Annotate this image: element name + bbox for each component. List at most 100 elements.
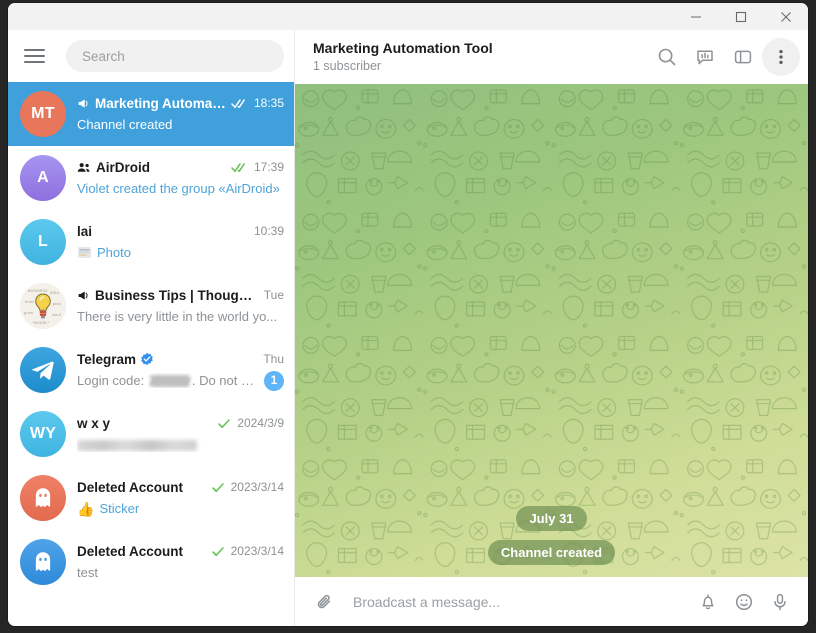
- svg-text:plan: plan: [53, 302, 61, 306]
- telegram-window: MT Marketing Automat...: [8, 3, 808, 626]
- stats-bubble-icon[interactable]: [686, 38, 724, 76]
- unread-badge: 1: [264, 370, 284, 391]
- svg-text:think: think: [25, 300, 35, 304]
- chat-name: Deleted Account: [77, 543, 184, 559]
- single-check-icon: [218, 418, 231, 429]
- close-button[interactable]: [763, 3, 808, 30]
- chat-list-item-wxy[interactable]: WY w x y 2024/3/9: [8, 402, 294, 466]
- sidebar-searchbar: [8, 30, 294, 82]
- chat-name: AirDroid: [96, 159, 150, 175]
- chat-list-item-deleted-account-1[interactable]: Deleted Account 2023/3/14 👍 Sticker: [8, 466, 294, 530]
- chat-area: Marketing Automation Tool 1 subscriber J…: [295, 30, 808, 626]
- chat-name: Marketing Automat...: [95, 95, 226, 111]
- emoji-smile-icon[interactable]: [726, 584, 762, 620]
- chat-wallpaper-pattern: [295, 84, 808, 577]
- subscriber-count: 1 subscriber: [313, 59, 382, 73]
- avatar: BUSINESS IDEA think plan grow work "MODEL": [20, 283, 66, 329]
- chat-preview: Violet created the group «AirDroid»: [77, 181, 280, 196]
- paperclip-icon[interactable]: [307, 584, 343, 620]
- chat-time: 10:39: [253, 224, 284, 238]
- chat-list[interactable]: MT Marketing Automat... 18:35 Channel cr…: [8, 82, 294, 626]
- chat-preview: test: [77, 565, 98, 580]
- lightbulb-avatar-image: BUSINESS IDEA think plan grow work "MODEL": [20, 283, 66, 329]
- svg-text:"MODEL": "MODEL": [32, 321, 50, 325]
- page-title: Marketing Automation Tool: [313, 40, 493, 56]
- desktop-background: MT Marketing Automat...: [0, 0, 816, 633]
- double-check-icon: [231, 98, 248, 109]
- megaphone-icon: [77, 289, 90, 302]
- chat-name: w x y: [77, 415, 111, 431]
- photo-thumbnail-icon: [77, 245, 92, 260]
- svg-text:IDEA: IDEA: [50, 291, 60, 295]
- more-options-icon[interactable]: [762, 38, 800, 76]
- thumbs-up-emoji: 👍: [77, 500, 95, 517]
- date-separator: July 31: [516, 506, 587, 531]
- redacted-message-preview: [77, 440, 197, 452]
- window-titlebar: [8, 3, 808, 30]
- chat-name: Telegram: [77, 351, 137, 367]
- chat-header: Marketing Automation Tool 1 subscriber: [295, 30, 808, 84]
- avatar: A: [20, 155, 66, 201]
- chat-preview: [77, 437, 284, 452]
- chat-time: 2024/3/9: [237, 416, 284, 430]
- chat-preview: Sticker: [99, 501, 140, 516]
- chat-list-item-telegram[interactable]: Telegram Thu Login code: . Do not giv...…: [8, 338, 294, 402]
- sidebar: MT Marketing Automat...: [8, 30, 295, 626]
- chat-time: Tue: [263, 288, 284, 302]
- chat-time: 2023/3/14: [230, 544, 284, 558]
- chat-list-item-deleted-account-2[interactable]: Deleted Account 2023/3/14 test: [8, 530, 294, 594]
- avatar: [20, 539, 66, 585]
- chat-preview: Login code: . Do not giv...: [77, 373, 258, 388]
- chat-name: lai: [77, 223, 93, 239]
- avatar: [20, 475, 66, 521]
- message-input[interactable]: [343, 593, 690, 610]
- search-icon[interactable]: [648, 38, 686, 76]
- avatar-initials: L: [37, 233, 49, 250]
- chat-preview: There is very little in the world yo...: [77, 309, 278, 324]
- avatar: L: [20, 219, 66, 265]
- chat-preview: Channel created: [77, 117, 173, 132]
- avatar-initials: A: [37, 169, 49, 186]
- avatar: MT: [20, 91, 66, 137]
- maximize-button[interactable]: [718, 3, 763, 30]
- message-list: July 31 Channel created: [295, 84, 808, 577]
- notification-bell-icon[interactable]: [690, 584, 726, 620]
- chat-time: Thu: [263, 352, 284, 366]
- microphone-icon[interactable]: [762, 584, 798, 620]
- chat-header-titles[interactable]: Marketing Automation Tool 1 subscriber: [313, 39, 648, 75]
- svg-text:work: work: [51, 313, 61, 317]
- chat-preview: Photo: [97, 245, 131, 260]
- svg-text:grow: grow: [24, 311, 33, 315]
- avatar: [20, 347, 66, 393]
- service-message: Channel created: [487, 540, 616, 565]
- chat-time: 2023/3/14: [230, 480, 284, 494]
- chat-list-item-airdroid[interactable]: A AirDroid 17:39 Violet created the grou…: [8, 146, 294, 210]
- search-input[interactable]: [66, 40, 284, 72]
- svg-text:BUSINESS: BUSINESS: [28, 289, 48, 293]
- avatar-initials: MT: [31, 105, 55, 122]
- chat-list-item-lai[interactable]: L lai 10:39 Photo: [8, 210, 294, 274]
- minimize-button[interactable]: [673, 3, 718, 30]
- chat-time: 18:35: [253, 96, 284, 110]
- avatar-initials: WY: [29, 425, 57, 442]
- sidebar-toggle-icon[interactable]: [724, 38, 762, 76]
- message-composer: [295, 577, 808, 626]
- ghost-icon: [35, 552, 51, 571]
- chat-list-item-marketing-automation-tool[interactable]: MT Marketing Automat... 18:35 Channel cr…: [8, 82, 294, 146]
- avatar: WY: [20, 411, 66, 457]
- single-check-icon: [211, 546, 225, 557]
- telegram-plane-icon: [32, 361, 54, 380]
- redacted-login-code: [149, 375, 190, 387]
- megaphone-icon: [77, 97, 90, 110]
- verified-badge-icon: [140, 352, 154, 366]
- ghost-icon: [35, 488, 51, 507]
- chat-list-item-business-tips[interactable]: BUSINESS IDEA think plan grow work "MODEL": [8, 274, 294, 338]
- chat-time: 17:39: [253, 160, 284, 174]
- single-check-icon: [211, 482, 225, 493]
- group-icon: [77, 161, 91, 174]
- chat-name: Business Tips | Thought...: [95, 287, 258, 303]
- chat-name: Deleted Account: [77, 479, 184, 495]
- double-check-icon: [231, 162, 248, 173]
- message-bubbles: July 31 Channel created: [295, 506, 808, 565]
- hamburger-menu-icon[interactable]: [24, 42, 52, 70]
